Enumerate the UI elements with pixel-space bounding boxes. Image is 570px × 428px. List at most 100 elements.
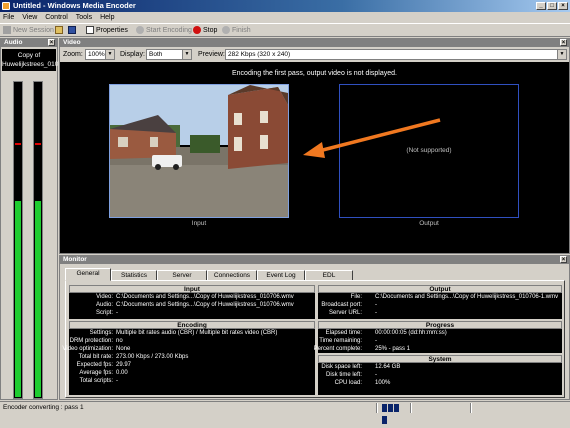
zoom-label: Zoom: (63, 51, 83, 58)
chevron-down-icon: ▼ (182, 50, 191, 59)
input-row-label: Audio: (95, 302, 113, 308)
audio-meter-right (33, 81, 43, 399)
output-row-label: Server URL: (328, 310, 362, 316)
properties-icon (86, 26, 94, 35)
folder-open-icon (55, 26, 63, 35)
menu-tools[interactable]: Tools (73, 12, 95, 23)
video-pane-title: Video (63, 39, 81, 46)
finish-button[interactable]: Finish (222, 25, 251, 37)
display-label: Display: (120, 51, 145, 58)
properties-button[interactable]: Properties (86, 25, 128, 37)
video-toolbar: Zoom: 100% ▼ Display: Both ▼ Preview: 282 … (60, 48, 569, 61)
progress-row-value: 00:00:00:05 (dd:hh:mm:ss) (375, 330, 447, 336)
monitor-pane-header: Monitor × (60, 256, 569, 264)
encoding-row: Average fps: 0.00 (69, 370, 315, 377)
menu-help[interactable]: Help (97, 12, 117, 23)
progress-row-label: Time remaining: (319, 338, 362, 344)
minimize-button[interactable]: _ (536, 2, 546, 10)
chevron-down-icon: ▼ (557, 50, 566, 59)
encoding-row: Total scripts: - (69, 378, 315, 385)
output-row: Broadcast port: - (318, 302, 562, 309)
audio-meter-left-peak (15, 143, 21, 146)
system-group-title: System (318, 355, 562, 363)
menu-control[interactable]: Control (42, 12, 71, 23)
output-row-label: Broadcast port: (321, 302, 362, 308)
audio-meter-left-fill (15, 201, 21, 397)
audio-meter-left (13, 81, 23, 399)
monitor-pane-title: Monitor (63, 256, 87, 263)
new-session-icon (3, 26, 11, 35)
start-encoding-button[interactable]: Start Encoding (136, 25, 192, 37)
tab-general[interactable]: General (65, 268, 111, 281)
close-button[interactable]: × (558, 2, 568, 10)
system-row-value: - (375, 372, 377, 378)
monitor-pane-close-icon[interactable]: × (560, 256, 567, 263)
output-row-value: - (375, 310, 377, 316)
system-row-label: Disk space left: (321, 364, 362, 370)
arrow-annotation-icon (303, 118, 441, 158)
audio-meter-right-fill (35, 201, 41, 397)
open-button[interactable] (55, 25, 65, 37)
progress-row: Percent complete: 25% - pass 1 (314, 346, 562, 353)
encoding-row: DRM protection: no (69, 338, 315, 345)
encoding-row: Settings: Multiple bit rates audio (CBR) … (69, 330, 315, 337)
progress-group: Progress Elapsed time: 00:00:00:05 (dd:hh… (314, 321, 562, 353)
stop-button[interactable]: Stop (193, 25, 217, 37)
input-row: Script: - (69, 310, 315, 317)
output-row-value: C:\Documents and Settings...\Copy of Huw… (375, 294, 559, 300)
encoding-row: Expected fps: 29.97 (69, 362, 315, 369)
progress-row-label: Elapsed time: (325, 330, 362, 336)
display-select[interactable]: Both ▼ (146, 49, 192, 60)
system-row-value: 100% (375, 380, 391, 386)
encoding-row: Total bit rate: 273.00 Kbps / 273.00 Kbps (69, 354, 315, 361)
encoding-progress-indicator (382, 404, 404, 424)
encoding-row-label: Video optimization: (62, 346, 113, 352)
video-display-area: Encoding the first pass, output video is… (60, 62, 569, 253)
maximize-button[interactable]: □ (547, 2, 557, 10)
menu-view[interactable]: View (19, 12, 40, 23)
input-row-label: Video: (96, 294, 113, 300)
encoding-row-value: 0.00 (116, 370, 128, 376)
start-icon (136, 26, 144, 35)
toolbar: New Session Properties Start Encoding St… (0, 23, 570, 37)
new-session-button[interactable]: New Session (3, 25, 54, 37)
audio-pane-close-icon[interactable]: × (48, 39, 55, 46)
encoding-row-label: Total bit rate: (78, 354, 113, 360)
encoding-row-label: DRM protection: (69, 338, 113, 344)
system-row-value: 12.64 GB (375, 364, 401, 370)
progress-row-label: Percent complete: (313, 346, 362, 352)
encoding-row-label: Expected fps: (76, 362, 113, 368)
encoding-group: Encoding Settings: Multiple bit rates aud… (62, 321, 315, 395)
encoding-row-value: no (116, 338, 123, 344)
save-icon (68, 26, 76, 35)
system-row-label: CPU load: (334, 380, 362, 386)
menu-file[interactable]: File (0, 12, 17, 23)
output-group-title: Output (318, 285, 562, 293)
system-row: CPU load: 100% (318, 380, 562, 387)
output-row-value: - (375, 302, 377, 308)
encoding-row-value: Multiple bit rates audio (CBR) / Multipl… (116, 330, 278, 336)
save-button[interactable] (68, 25, 78, 37)
app-icon (2, 2, 10, 10)
encoding-row-value: 273.00 Kbps / 273.00 Kbps (116, 354, 189, 360)
monitor-pane: Monitor × General Statistics Server Conn… (59, 255, 570, 400)
output-group: Output File: C:\Documents and Settings...… (318, 285, 562, 319)
output-row-label: File: (350, 294, 362, 300)
system-group: System Disk space left: 12.64 GB Disk time… (318, 355, 562, 395)
monitor-general-panel: Input Video: C:\Documents and Settings...… (62, 280, 565, 398)
input-row-value: C:\Documents and Settings...\Copy of Huw… (116, 294, 294, 300)
system-row-label: Disk time left: (325, 372, 362, 378)
stop-icon (193, 26, 201, 35)
audio-pane: Audio × Copy of Huwelijkstrees_010706 (0, 38, 69, 400)
encoding-row-label: Average fps: (79, 370, 113, 376)
finish-icon (222, 26, 230, 35)
encoding-group-title: Encoding (69, 321, 315, 329)
encoding-row-value: 29.97 (116, 362, 132, 368)
audio-pane-header: Audio × (1, 39, 57, 47)
video-pane-close-icon[interactable]: × (560, 39, 567, 46)
status-text: Encoder converting : pass 1 (3, 404, 84, 411)
input-group: Input Video: C:\Documents and Settings...… (69, 285, 315, 319)
preview-select[interactable]: 282 Kbps (320 x 240) ▼ (225, 49, 567, 60)
zoom-select[interactable]: 100% ▼ (85, 49, 115, 60)
window-title: Untitled - Windows Media Encoder (13, 1, 136, 10)
